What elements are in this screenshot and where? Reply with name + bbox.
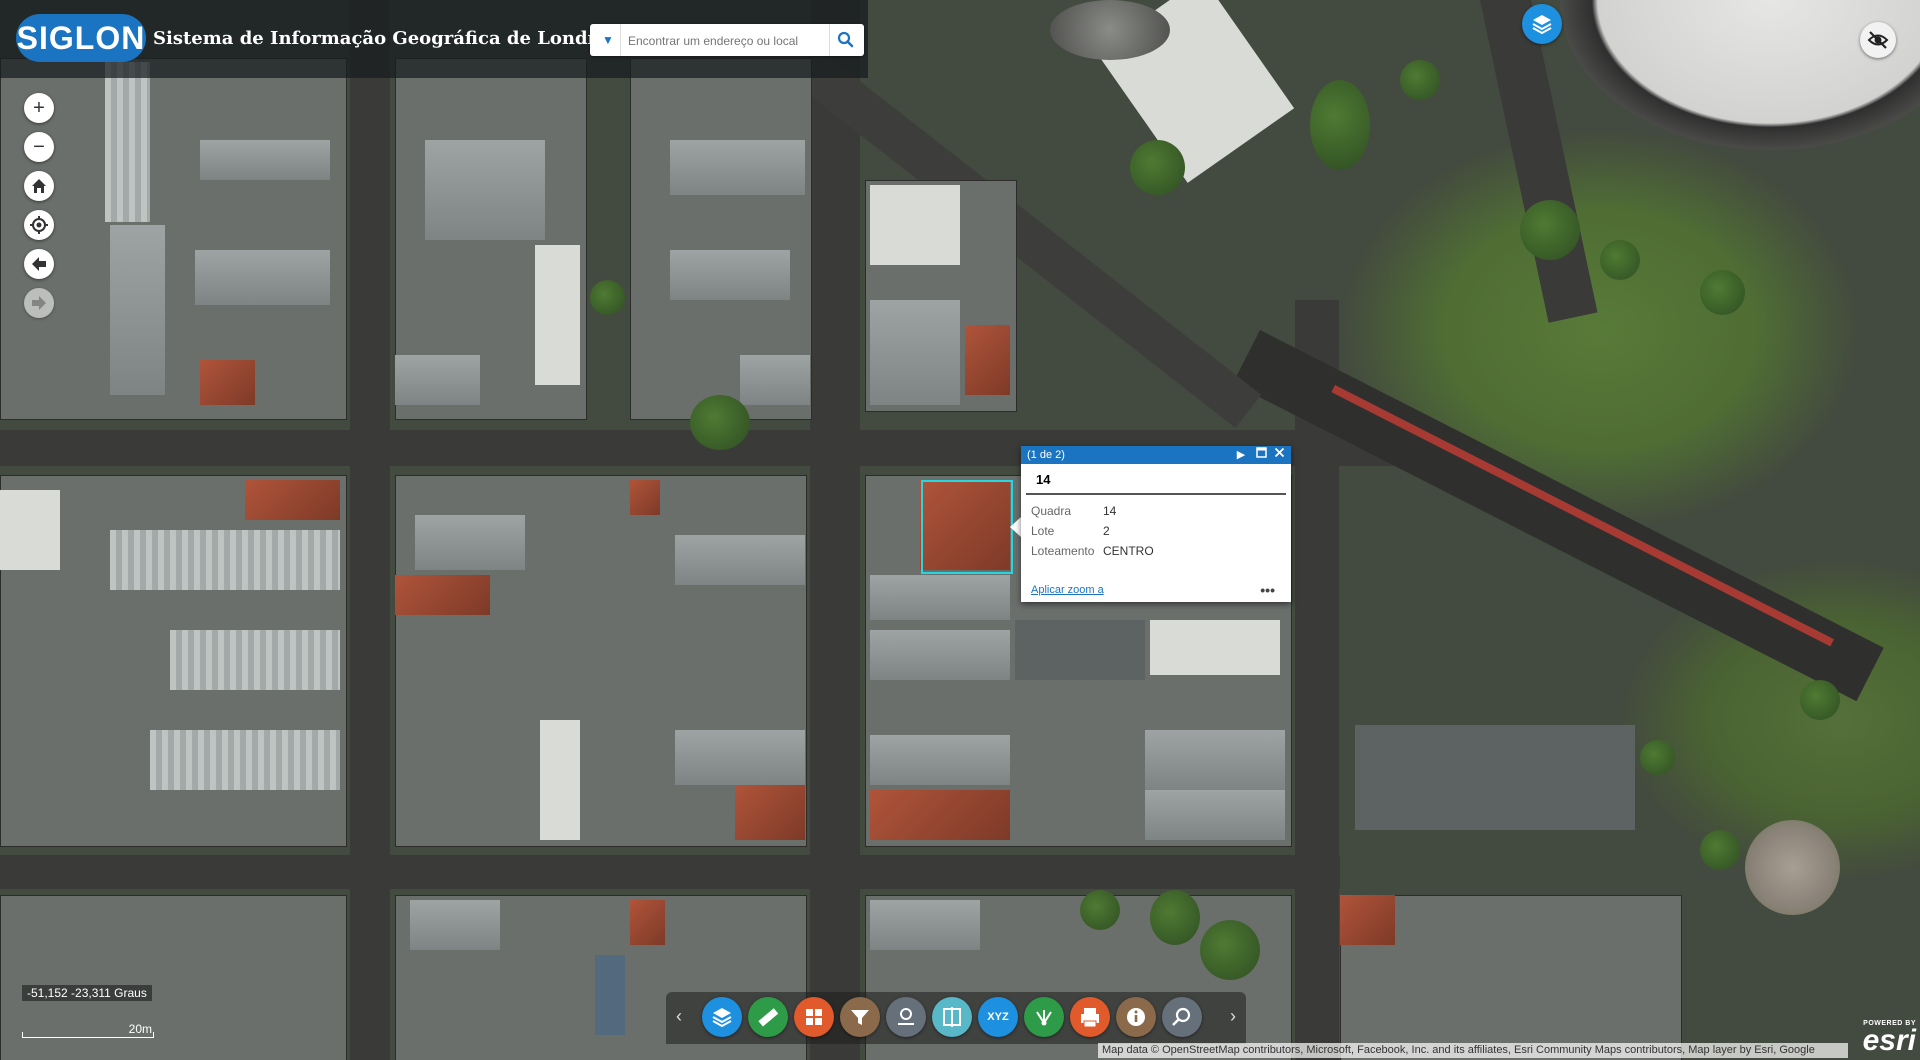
attribute-value: 14 [1103,504,1117,518]
hide-interface-button[interactable] [1860,22,1896,58]
zoom-search-icon [1172,1007,1191,1026]
info-icon [1127,1008,1145,1026]
search-input[interactable] [626,29,820,53]
bottom-toolbar: ‹ › XYZ [666,992,1246,1044]
search-button[interactable] [829,24,860,56]
search-icon [837,31,854,48]
zoom-to-link[interactable]: Aplicar zoom a [1031,584,1104,596]
attribute-label: Lote [1031,524,1055,538]
eye-slash-icon [1867,31,1889,49]
attribute-label: Loteamento [1031,544,1095,558]
grid-icon [806,1009,822,1025]
close-icon [1274,447,1284,458]
coordinates-tool-button[interactable]: XYZ [978,997,1018,1037]
funnel-icon [851,1010,869,1025]
scale-bar: 20m [22,1022,154,1040]
popup-maximize-button[interactable] [1253,446,1269,464]
share-icon [1036,1010,1052,1026]
app-title: Sistema de Informação Geográfica de Lond… [153,28,629,49]
previous-extent-button[interactable] [24,249,54,279]
more-actions-button[interactable]: ••• [1260,582,1275,598]
search-bar: ▼ [590,24,864,56]
esri-brand: esri [1862,1024,1916,1057]
layers-tool-button[interactable] [702,997,742,1037]
minus-icon: − [33,136,45,158]
attribute-value: 2 [1103,524,1110,538]
basemap-tool-button[interactable] [794,997,834,1037]
popup-pointer [1010,517,1021,537]
home-icon [32,179,46,193]
query-tool-button[interactable] [1162,997,1202,1037]
attribute-row: Quadra 14 [1031,501,1160,521]
popup-feature-title: 14 [1026,464,1286,495]
zoom-in-button[interactable]: + [24,93,54,123]
maximize-icon [1255,447,1267,458]
esri-logo[interactable]: POWERED BY esri [1848,1020,1916,1058]
printer-icon [1081,1008,1099,1028]
popup-next-button[interactable]: ▶ [1233,446,1249,464]
plus-icon: + [33,97,45,119]
draw-tool-button[interactable] [886,997,926,1037]
search-source-dropdown[interactable]: ▼ [596,24,621,56]
back-arrow-icon [32,257,46,271]
layers-icon [1532,15,1552,35]
popup-titlebar: (1 de 2) ▶ [1021,446,1291,464]
attribute-value: CENTRO [1103,544,1154,558]
filter-tool-button[interactable] [840,997,880,1037]
map-attribution: Map data © OpenStreetMap contributors, M… [1098,1043,1848,1058]
toolbar-next-button[interactable]: › [1230,1006,1236,1027]
home-button[interactable] [24,171,54,201]
layer-list-button[interactable] [1522,4,1562,44]
xyz-label: XYZ [987,1011,1009,1023]
forward-arrow-icon [32,296,46,310]
zoom-out-button[interactable]: − [24,132,54,162]
app-header: SIGLON Sistema de Informação Geográfica … [0,0,868,78]
toolbar-prev-button[interactable]: ‹ [676,1006,682,1027]
next-extent-button[interactable] [24,288,54,318]
attribute-row: Loteamento CENTRO [1031,541,1160,561]
attribute-row: Lote 2 [1031,521,1160,541]
draw-icon [898,1008,914,1025]
locate-icon [30,216,48,234]
locate-button[interactable] [24,210,54,240]
feature-popup: (1 de 2) ▶ 14 Quadra 14 Lote 2 Loteament… [1021,446,1291,602]
scale-label: 20m [128,1022,152,1036]
popup-attribute-table: Quadra 14 Lote 2 Loteamento CENTRO [1031,501,1160,561]
attribute-label: Quadra [1031,504,1072,518]
ruler-icon [758,1008,779,1027]
coordinate-readout: -51,152 -23,311 Graus [22,985,152,1001]
swipe-tool-button[interactable] [932,997,972,1037]
selected-parcel-outline [921,480,1013,574]
layers-icon [712,1008,732,1028]
share-tool-button[interactable] [1024,997,1064,1037]
popup-pager: (1 de 2) [1027,449,1065,461]
about-tool-button[interactable] [1116,997,1156,1037]
measure-tool-button[interactable] [748,997,788,1037]
print-tool-button[interactable] [1070,997,1110,1037]
swipe-icon [943,1007,961,1027]
popup-close-button[interactable] [1271,446,1287,464]
coordinate-text: -51,152 -23,311 Graus [27,986,147,1000]
siglon-logo[interactable]: SIGLON [16,14,146,62]
